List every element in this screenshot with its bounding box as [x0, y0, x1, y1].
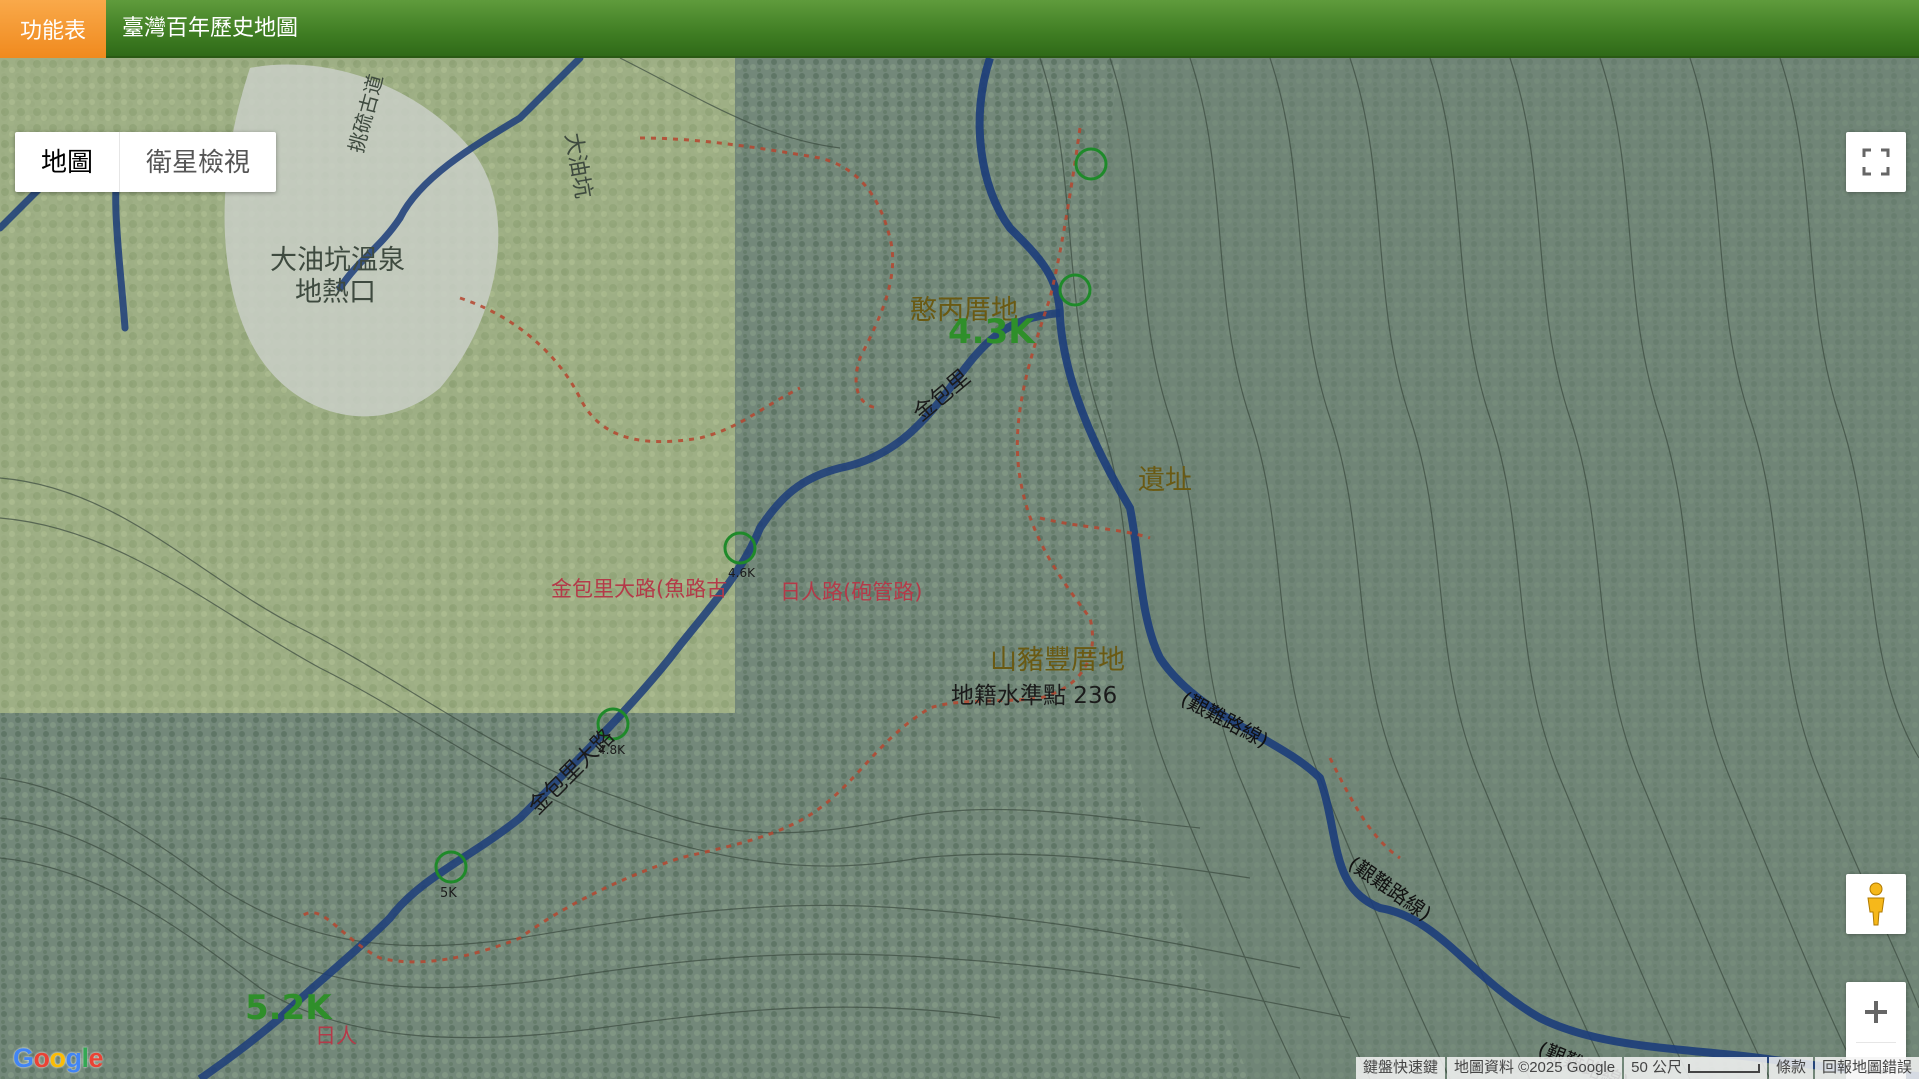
scale-bar: [1687, 1063, 1760, 1073]
map-type-satellite-button[interactable]: 衛星檢視: [120, 132, 276, 192]
fullscreen-button[interactable]: [1846, 132, 1906, 192]
app-title: 臺灣百年歷史地圖: [122, 16, 299, 41]
map-attribution-bar: 鍵盤快速鍵 地圖資料 ©2025 Google 50 公尺 條款 回報地圖錯誤: [1354, 1057, 1919, 1079]
map-canvas[interactable]: 大油坑溫泉 地熱口 大油坑 挑硫古道 憨丙厝地 4.3K 金包里 遺址 4.6K…: [0, 58, 1919, 1079]
map-label-left-ri: 日人: [315, 1024, 357, 1048]
map-label-km-5: 5K: [440, 886, 457, 901]
map-label-camp-shanzhu: 山豬豐厝地: [990, 645, 1125, 676]
map-label-km-4-3: 4.3K: [948, 312, 1035, 352]
keyboard-shortcuts-link[interactable]: 鍵盤快速鍵: [1355, 1057, 1445, 1079]
street-view-pegman-button[interactable]: [1846, 874, 1906, 934]
map-type-control: 地圖 衛星檢視: [15, 132, 277, 192]
map-data-attribution: 地圖資料 ©2025 Google: [1446, 1057, 1623, 1079]
map-label-km-4-6: 4.6K: [728, 566, 755, 580]
map-label-benchmark: 地籍水準點 236: [951, 683, 1118, 709]
pegman-icon: [1867, 882, 1885, 926]
zoom-in-button[interactable]: [1846, 982, 1906, 1042]
scale-label: 50 公尺: [1631, 1059, 1682, 1076]
plus-icon: [1865, 1001, 1887, 1023]
terms-link[interactable]: 條款: [1768, 1057, 1813, 1079]
zoom-divider: [1856, 1042, 1896, 1043]
menu-button[interactable]: 功能表: [0, 0, 106, 58]
map-label-ruins: 遺址: [1138, 465, 1192, 496]
google-logo[interactable]: Google: [13, 1043, 104, 1074]
fullscreen-icon: [1862, 148, 1890, 176]
map-type-map-button[interactable]: 地圖: [15, 132, 121, 192]
top-bar: 功能表 臺灣百年歷史地圖: [0, 0, 1919, 58]
report-error-link[interactable]: 回報地圖錯誤: [1814, 1057, 1919, 1079]
map-terrain: [0, 58, 1919, 1079]
scale-control[interactable]: 50 公尺: [1624, 1057, 1767, 1079]
map-label-fumarole: 地熱口: [295, 277, 376, 308]
map-label-japanese-road: 日人路(砲管路): [780, 580, 923, 604]
map-label-fishroad: 金包里大路(魚路古: [551, 577, 728, 601]
